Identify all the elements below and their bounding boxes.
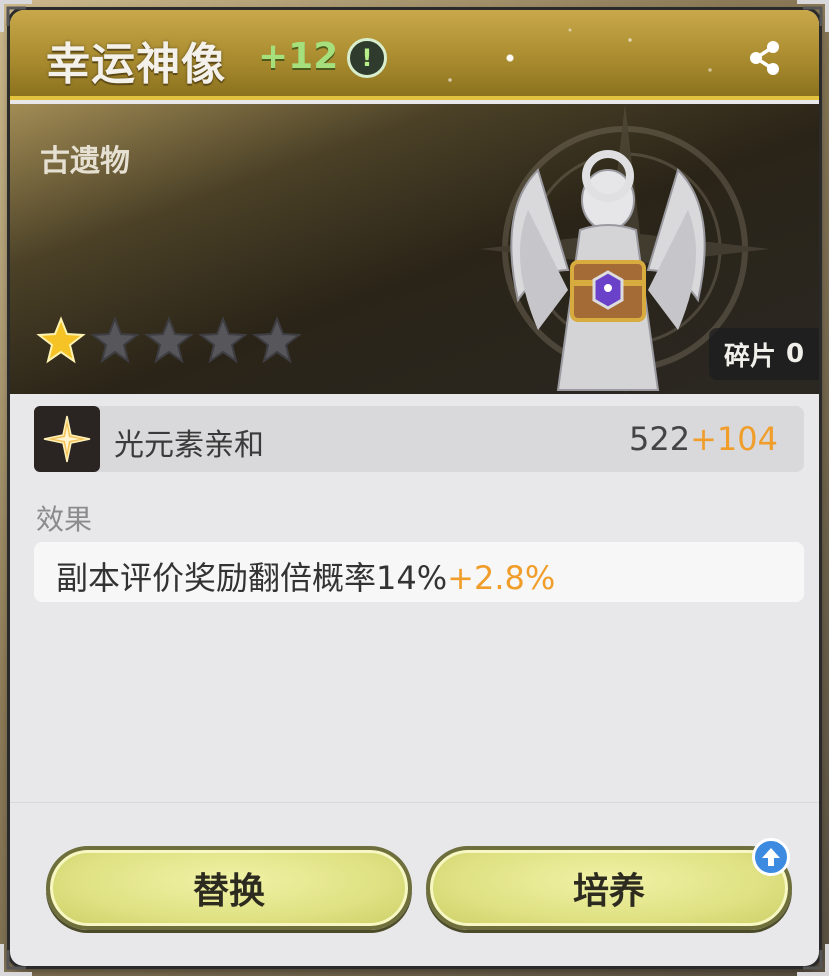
frame-corner-icon — [0, 944, 32, 976]
frame-corner-icon — [797, 0, 829, 32]
fragment-label: 碎片 — [723, 341, 776, 372]
info-icon[interactable]: ! — [347, 38, 387, 78]
angel-statue-icon — [510, 150, 706, 391]
star-empty-icon — [90, 316, 140, 364]
frame-corner-icon — [0, 0, 32, 32]
fragment-count: 0 — [785, 339, 805, 369]
stat-name: 光元素亲和 — [114, 428, 264, 463]
relic-level: +12 — [258, 36, 339, 77]
share-icon[interactable] — [745, 38, 785, 78]
star-empty-icon — [198, 316, 248, 364]
star-rating — [36, 316, 302, 366]
divider — [10, 802, 819, 803]
relic-detail-panel: 幸运神像 +12 ! 古遗物 碎片 0 光元素亲和 522+104 效果 副本评… — [10, 10, 819, 966]
effect-row: 副本评价奖励翻倍概率14%+2.8% — [34, 542, 804, 602]
train-button[interactable]: 培养 — [426, 846, 792, 930]
frame-corner-icon — [797, 944, 829, 976]
relic-title: 幸运神像 — [46, 39, 226, 90]
effect-description: 副本评价奖励翻倍概率14%+2.8% — [56, 553, 555, 599]
star-empty-icon — [252, 316, 302, 364]
star-empty-icon — [144, 316, 194, 364]
star-filled-icon — [36, 316, 86, 364]
upgrade-arrow-icon — [752, 838, 790, 876]
fragment-counter: 碎片 0 — [709, 328, 819, 380]
stat-value: 522+104 — [629, 420, 778, 458]
effect-text: 副本评价奖励翻倍概率14% — [56, 559, 448, 597]
light-element-icon — [34, 406, 100, 472]
relic-showcase: 古遗物 碎片 0 — [10, 104, 819, 394]
header: 幸运神像 +12 ! — [10, 10, 819, 100]
train-button-label: 培养 — [572, 871, 645, 912]
replace-button[interactable]: 替换 — [46, 846, 412, 930]
relic-category: 古遗物 — [40, 144, 130, 179]
effect-bonus: +2.8% — [447, 559, 556, 597]
effect-heading: 效果 — [36, 503, 93, 536]
stat-bonus-value: +104 — [690, 420, 778, 458]
stat-base-value: 522 — [629, 420, 691, 458]
stat-row: 光元素亲和 522+104 — [34, 406, 804, 472]
replace-button-label: 替换 — [192, 871, 265, 912]
